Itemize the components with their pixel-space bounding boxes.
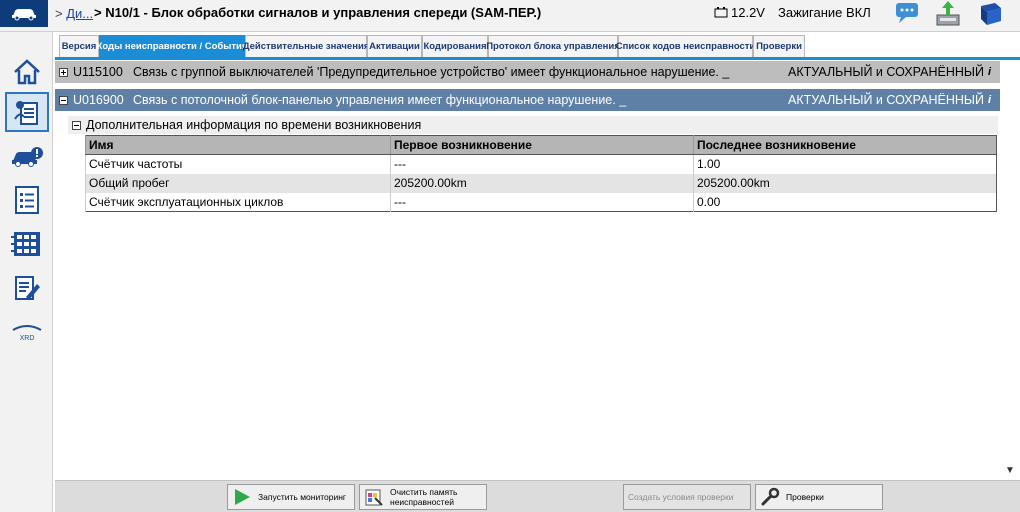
expand-icon[interactable] — [59, 67, 68, 77]
tab-version[interactable]: Версия — [59, 35, 99, 57]
occurrence-info-header[interactable]: Дополнительная информация по времени воз… — [68, 116, 998, 134]
ignition-status: Зажигание ВКЛ — [778, 5, 871, 20]
info-icon[interactable]: i — [988, 66, 1000, 78]
occurrence-info-title: Дополнительная информация по времени воз… — [86, 118, 422, 132]
breadcrumb-link[interactable]: Ди... — [66, 6, 93, 21]
collapse-icon[interactable] — [72, 120, 81, 130]
tab-activations[interactable]: Активации — [367, 35, 422, 57]
sidebar-fault-codes[interactable] — [5, 92, 49, 132]
tab-checks[interactable]: Проверки — [753, 35, 805, 57]
clear-memory-label: Очистить память неисправностей — [390, 487, 457, 507]
sidebar-control-units[interactable] — [5, 224, 49, 264]
tab-control-unit-log[interactable]: Протокол блока управления — [486, 35, 620, 57]
sidebar-home[interactable] — [5, 52, 49, 92]
checks-label: Проверки — [786, 492, 824, 502]
start-monitoring-label: Запустить мониторинг — [258, 492, 347, 502]
info-icon[interactable]: i — [988, 94, 1000, 106]
battery-icon — [714, 7, 728, 18]
table-cell: --- — [390, 154, 694, 174]
collapse-icon[interactable] — [59, 95, 68, 105]
fault-row-selected[interactable]: U016900 Связь с потолочной блок-панелью … — [55, 89, 1000, 111]
table-row: Счётчик эксплуатационных циклов --- 0.00 — [85, 192, 997, 212]
table-cell: 205200.00km — [693, 173, 997, 193]
fault-document-icon — [14, 101, 38, 125]
clear-fault-memory-button[interactable]: Очистить память неисправностей — [359, 484, 487, 510]
sidebar-vehicle-warning[interactable] — [5, 137, 49, 177]
top-bar: > Ди... > N10/1 - Блок обработки сигнало… — [0, 0, 1020, 32]
tab-fault-codes[interactable]: Коды неисправности / События — [97, 35, 247, 57]
xrd-label: XRD — [20, 335, 35, 342]
table-cell: Общий пробег — [85, 173, 391, 193]
home-logo[interactable] — [0, 0, 48, 27]
fault-code: U016900 — [73, 93, 124, 107]
occurrence-table: Имя Первое возникновение Последнее возни… — [85, 135, 997, 212]
create-conditions-label: Создать условия проверки — [628, 492, 734, 502]
sidebar-list[interactable] — [5, 180, 49, 220]
clear-memory-icon — [365, 489, 383, 506]
sidebar-xrd[interactable]: XRD — [5, 312, 49, 352]
create-test-conditions-button[interactable]: Создать условия проверки — [623, 484, 751, 510]
manual-book-icon[interactable] — [975, 0, 1005, 28]
xrd-icon: XRD — [12, 325, 42, 342]
play-icon — [235, 489, 250, 505]
start-monitoring-button[interactable]: Запустить мониторинг — [227, 484, 355, 510]
tab-bar: Версия Коды неисправности / События Дейс… — [55, 33, 1020, 57]
column-header-first: Первое возникновение — [390, 135, 694, 155]
car-icon — [12, 9, 36, 21]
table-row: Общий пробег 205200.00km 205200.00km — [85, 173, 997, 193]
table-cell: Счётчик эксплуатационных циклов — [85, 192, 391, 212]
breadcrumb: > Ди... — [55, 6, 93, 21]
voltage-value: 12.2V — [731, 5, 765, 20]
scroll-down-arrow-icon[interactable]: ▼ — [1002, 462, 1018, 478]
fault-description: Связь с группой выключателей 'Предупреди… — [133, 65, 730, 79]
fault-row[interactable]: U115100 Связь с группой выключателей 'Пр… — [55, 61, 1000, 83]
voltage-indicator: 12.2V — [714, 5, 765, 20]
bottom-toolbar: Запустить мониторинг Очистить память неи… — [55, 480, 1020, 512]
fault-status: АКТУАЛЬНЫЙ и СОХРАНЁННЫЙ — [788, 93, 984, 107]
table-row: Счётчик частоты --- 1.00 — [85, 154, 997, 174]
tab-coding[interactable]: Кодирования — [422, 35, 488, 57]
breadcrumb-prefix: > — [55, 6, 63, 21]
table-cell: 1.00 — [693, 154, 997, 174]
list-icon — [15, 186, 39, 214]
fault-status: АКТУАЛЬНЫЙ и СОХРАНЁННЫЙ — [788, 65, 984, 79]
grid-modules-icon — [11, 232, 40, 256]
car-warning-icon — [12, 147, 43, 167]
column-header-last: Последнее возникновение — [693, 135, 997, 155]
chat-icon[interactable] — [893, 0, 923, 28]
checks-button[interactable]: Проверки — [755, 484, 883, 510]
column-header-name: Имя — [85, 135, 391, 155]
page-title: > N10/1 - Блок обработки сигналов и упра… — [94, 5, 542, 20]
fault-code: U115100 — [73, 65, 123, 79]
table-cell: --- — [390, 192, 694, 212]
table-cell: 205200.00km — [390, 173, 694, 193]
table-cell: 0.00 — [693, 192, 997, 212]
edit-document-icon — [15, 276, 40, 300]
clear-memory-label-line1: Очистить память — [390, 487, 458, 497]
left-sidebar: XRD — [0, 32, 53, 512]
sidebar-reports[interactable] — [5, 268, 49, 308]
home-icon — [14, 59, 40, 85]
wrench-icon — [761, 487, 780, 506]
tab-fault-code-list[interactable]: Список кодов неисправности — [616, 35, 755, 57]
upload-icon[interactable] — [933, 0, 963, 28]
tab-underline — [55, 57, 1020, 60]
table-cell: Счётчик частоты — [85, 154, 391, 174]
clear-memory-label-line2: неисправностей — [390, 497, 454, 507]
fault-description: Связь с потолочной блок-панелью управлен… — [133, 93, 627, 107]
tab-actual-values[interactable]: Действительные значения — [243, 35, 369, 57]
